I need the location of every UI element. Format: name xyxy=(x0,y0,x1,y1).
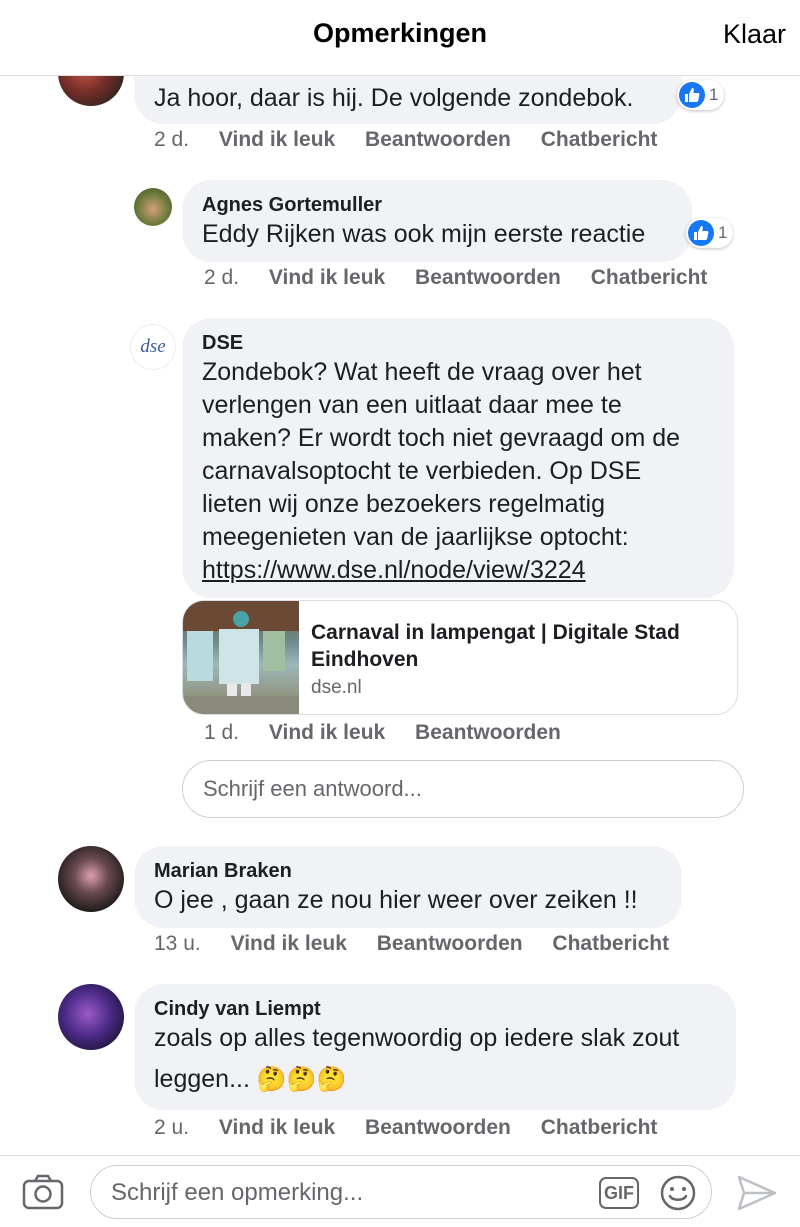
avatar[interactable] xyxy=(134,188,172,226)
comment-actions: 13 u. Vind ik leuk Beantwoorden Chatberi… xyxy=(154,932,693,956)
preview-image xyxy=(183,601,299,714)
comment-placeholder: Schrijf een opmerking... xyxy=(111,1179,364,1206)
message-button[interactable]: Chatbericht xyxy=(541,128,658,151)
comment-author[interactable]: Marian Braken xyxy=(154,858,662,884)
like-button[interactable]: Vind ik leuk xyxy=(269,721,385,744)
comment-line: lieten wij onze bezoekers regelmatig xyxy=(202,490,605,518)
avatar[interactable]: dse xyxy=(130,324,176,370)
emoji-icon[interactable] xyxy=(659,1174,697,1212)
header-bar: Opmerkingen Klaar xyxy=(0,0,800,76)
preview-title: Carnaval in lampengat | Digitale Stad Ei… xyxy=(311,621,680,671)
comment-time: 2 d. xyxy=(204,266,240,289)
send-icon[interactable] xyxy=(736,1174,778,1212)
reply-placeholder: Schrijf een antwoord... xyxy=(203,776,422,801)
done-button[interactable]: Klaar xyxy=(723,19,786,50)
comment-time: 13 u. xyxy=(154,932,201,955)
reply-button[interactable]: Beantwoorden xyxy=(415,721,561,744)
like-button[interactable]: Vind ik leuk xyxy=(231,932,347,955)
reply-button[interactable]: Beantwoorden xyxy=(365,128,511,151)
gif-icon[interactable]: GIF xyxy=(599,1177,639,1209)
reply-input[interactable]: Schrijf een antwoord... xyxy=(182,760,744,818)
comment-bubble[interactable]: Marian Braken O jee , gaan ze nou hier w… xyxy=(134,846,682,928)
page-title: Opmerkingen xyxy=(312,18,488,48)
comment-bubble[interactable]: DSE Zondebok? Wat heeft de vraag over he… xyxy=(182,318,734,598)
reaction-count: 1 xyxy=(718,223,728,242)
comment-time: 1 d. xyxy=(204,721,240,744)
preview-domain: dse.nl xyxy=(311,677,362,698)
comment-line: Zondebok? Wat heeft de vraag over het xyxy=(202,358,642,386)
reply-button[interactable]: Beantwoorden xyxy=(377,932,523,955)
comment-text: O jee , gaan ze nou hier weer over zeike… xyxy=(154,886,638,914)
comment-text: leggen... xyxy=(154,1065,250,1093)
reply-button[interactable]: Beantwoorden xyxy=(415,266,561,289)
like-button[interactable]: Vind ik leuk xyxy=(219,1116,335,1139)
message-button[interactable]: Chatbericht xyxy=(591,266,708,289)
comment-composer: Schrijf een opmerking... GIF xyxy=(0,1155,800,1227)
message-button[interactable]: Chatbericht xyxy=(552,932,669,955)
comment-link[interactable]: https://www.dse.nl/node/view/3224 xyxy=(202,556,586,584)
comment-line: meegenieten van de jaarlijkse optocht: xyxy=(202,523,629,551)
avatar[interactable] xyxy=(58,984,124,1050)
comment-author[interactable]: Agnes Gortemuller xyxy=(202,192,672,218)
comment-actions: 2 d. Vind ik leuk Beantwoorden Chatberic… xyxy=(204,266,731,290)
comment-author[interactable]: Cindy van Liempt xyxy=(154,996,716,1022)
like-icon xyxy=(679,82,705,108)
comment-time: 2 d. xyxy=(154,128,190,151)
reaction-badge[interactable]: 1 xyxy=(677,80,725,110)
comment-time: 2 u. xyxy=(154,1116,190,1139)
comment-actions: 2 u. Vind ik leuk Beantwoorden Chatberic… xyxy=(154,1116,681,1140)
reaction-count: 1 xyxy=(709,85,719,104)
comment-input[interactable]: Schrijf een opmerking... GIF xyxy=(90,1165,712,1219)
like-button[interactable]: Vind ik leuk xyxy=(269,266,385,289)
camera-icon[interactable] xyxy=(22,1174,64,1210)
comment-line: maken? Er wordt toch niet gevraagd om de xyxy=(202,424,681,452)
comment-bubble[interactable]: Cindy van Liempt zoals op alles tegenwoo… xyxy=(134,984,736,1110)
comment-author[interactable]: DSE xyxy=(202,330,714,356)
reply-button[interactable]: Beantwoorden xyxy=(365,1116,511,1139)
like-icon xyxy=(688,220,714,246)
message-button[interactable]: Chatbericht xyxy=(541,1116,658,1139)
comment-text: Ja hoor, daar is hij. De volgende zondeb… xyxy=(154,84,634,112)
comment-text: Eddy Rijken was ook mijn eerste reactie xyxy=(202,220,646,248)
comment-actions: 1 d. Vind ik leuk Beantwoorden xyxy=(204,721,585,745)
like-button[interactable]: Vind ik leuk xyxy=(219,128,335,151)
dse-logo: dse xyxy=(140,336,166,357)
comment-text: zoals op alles tegenwoordig op iedere sl… xyxy=(154,1024,680,1052)
avatar[interactable] xyxy=(58,846,124,912)
comment-line: verlengen van een uitlaat daar mee te xyxy=(202,391,622,419)
comment-bubble[interactable]: Agnes Gortemuller Eddy Rijken was ook mi… xyxy=(182,180,692,262)
comment-line: carnavalsoptocht te verbieden. Op DSE xyxy=(202,457,642,485)
link-preview-card[interactable]: Carnaval in lampengat | Digitale Stad Ei… xyxy=(182,600,738,715)
reaction-badge[interactable]: 1 xyxy=(686,218,734,248)
thinking-emoji: 🤔🤔🤔 xyxy=(256,1066,347,1093)
comment-actions: 2 d. Vind ik leuk Beantwoorden Chatberic… xyxy=(154,128,681,152)
